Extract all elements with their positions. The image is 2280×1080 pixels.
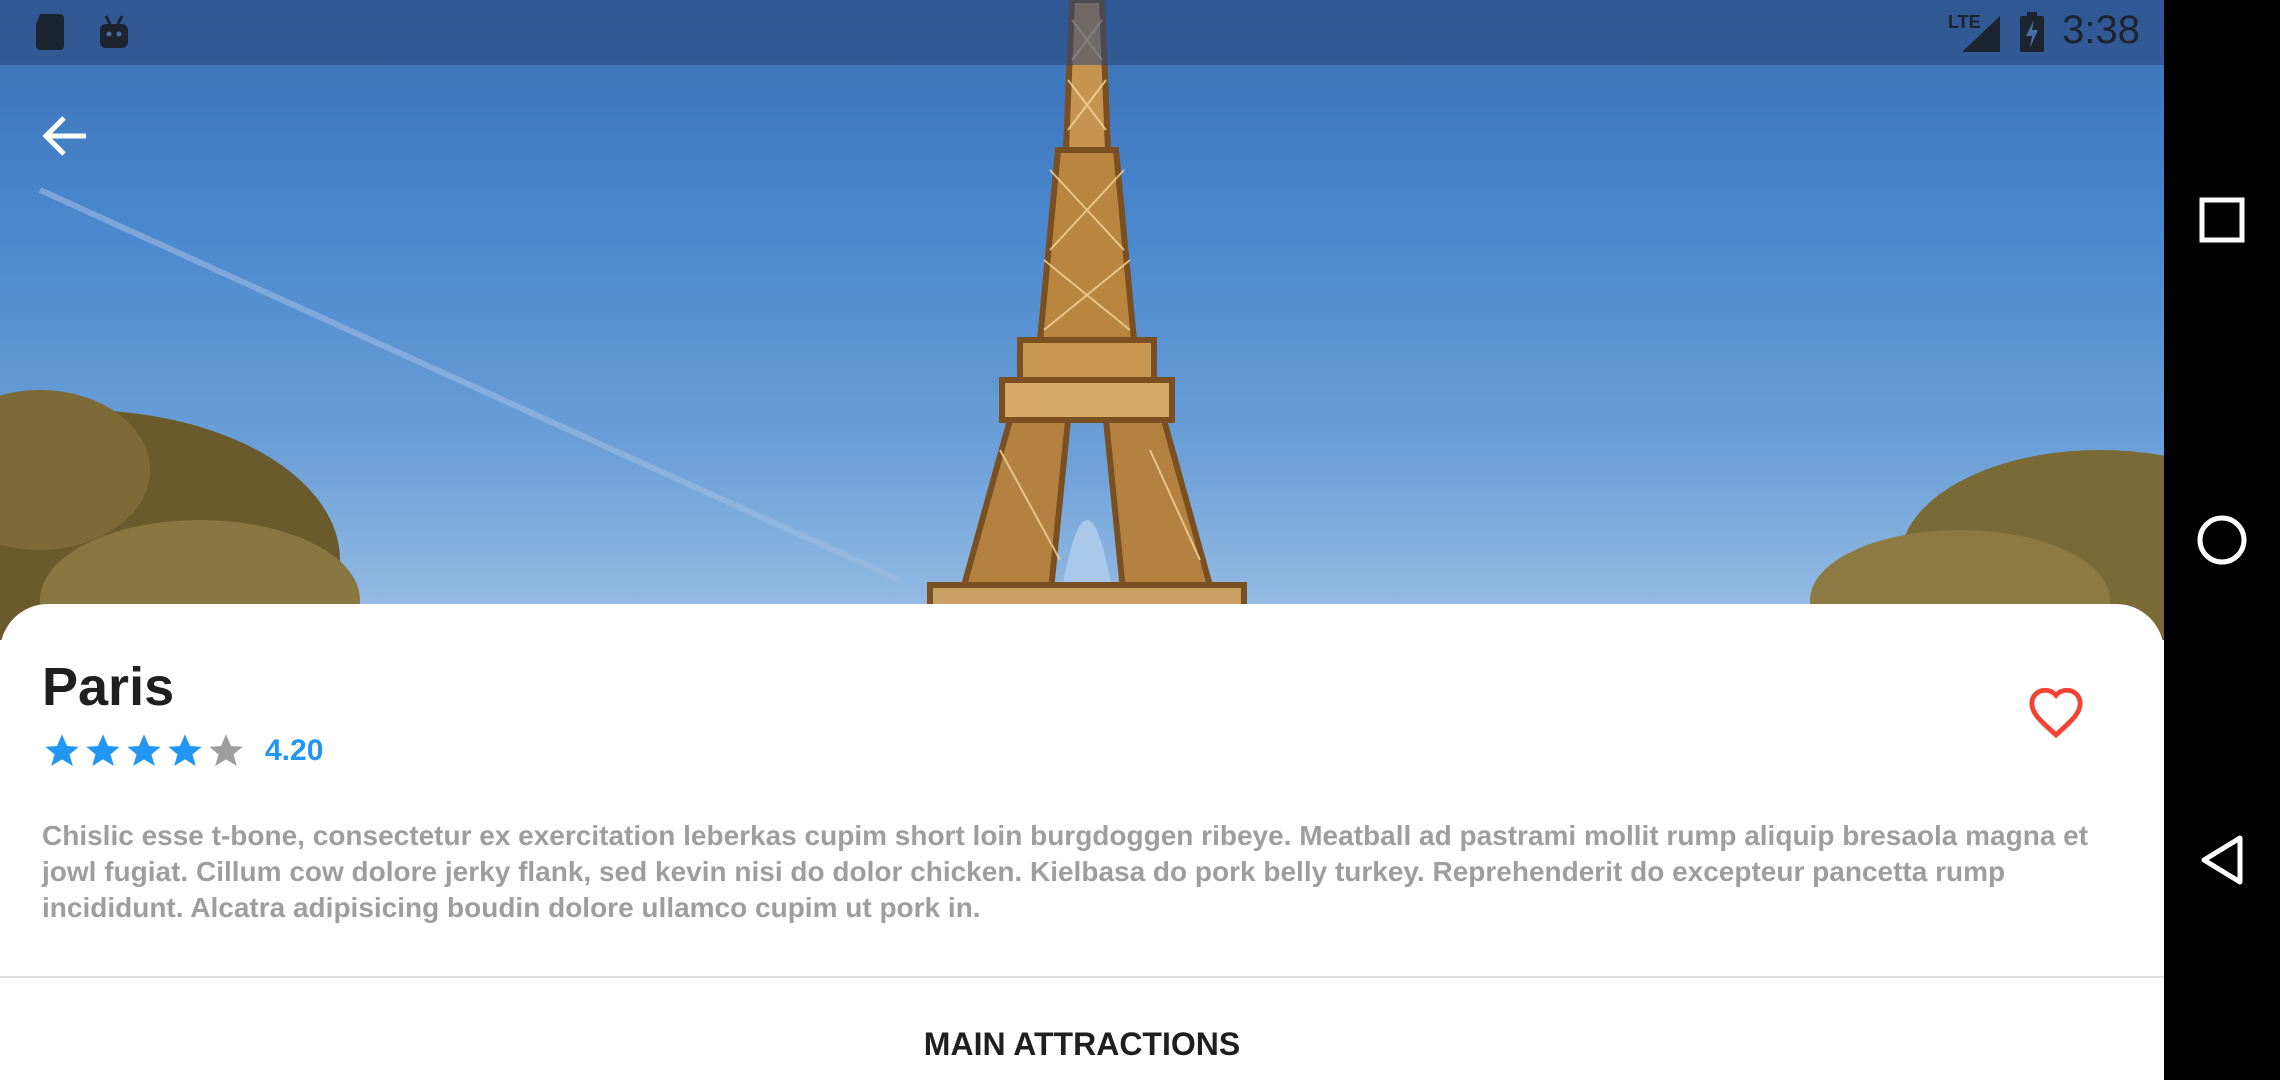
arrow-left-icon [42,116,86,156]
lte-signal-icon [1962,16,2000,52]
app-screen: LTE 3:38 Paris 4.20 Chislic esse t-bone,… [0,0,2164,1080]
back-button[interactable] [36,106,96,166]
system-navigation-bar [2164,0,2280,1080]
battery-charging-icon [2020,12,2044,52]
divider [0,976,2164,978]
star-filled-icon [45,734,79,766]
back-triangle-icon [2201,835,2243,885]
favorite-button[interactable] [2024,680,2088,744]
main-attractions-heading: MAIN ATTRACTIONS [923,1026,1241,1062]
sd-card-icon [36,14,64,50]
star-filled-icon [86,734,120,766]
details-card: Paris 4.20 Chislic esse t-bone, consecte… [0,604,2164,1080]
heart-outline-icon [2029,687,2083,739]
eiffel-tower-illustration [0,0,2164,640]
status-clock: 3:38 [2062,8,2140,52]
rating-value: 4.20 [265,734,324,767]
system-back-button[interactable] [2192,830,2252,890]
place-description: Chislic esse t-bone, consectetur ex exer… [42,820,2089,923]
recents-square-icon [2199,197,2245,243]
status-bar: LTE 3:38 [0,0,2164,65]
place-title: Paris [42,657,175,717]
hero-image [0,0,2164,640]
star-filled-icon [168,734,202,766]
home-circle-icon [2197,515,2247,565]
rating-row: 4.20 [42,728,323,774]
star-empty-icon [209,734,243,766]
home-button[interactable] [2192,510,2252,570]
recents-button[interactable] [2192,190,2252,250]
android-icon [100,15,128,48]
star-filled-icon [127,734,161,766]
